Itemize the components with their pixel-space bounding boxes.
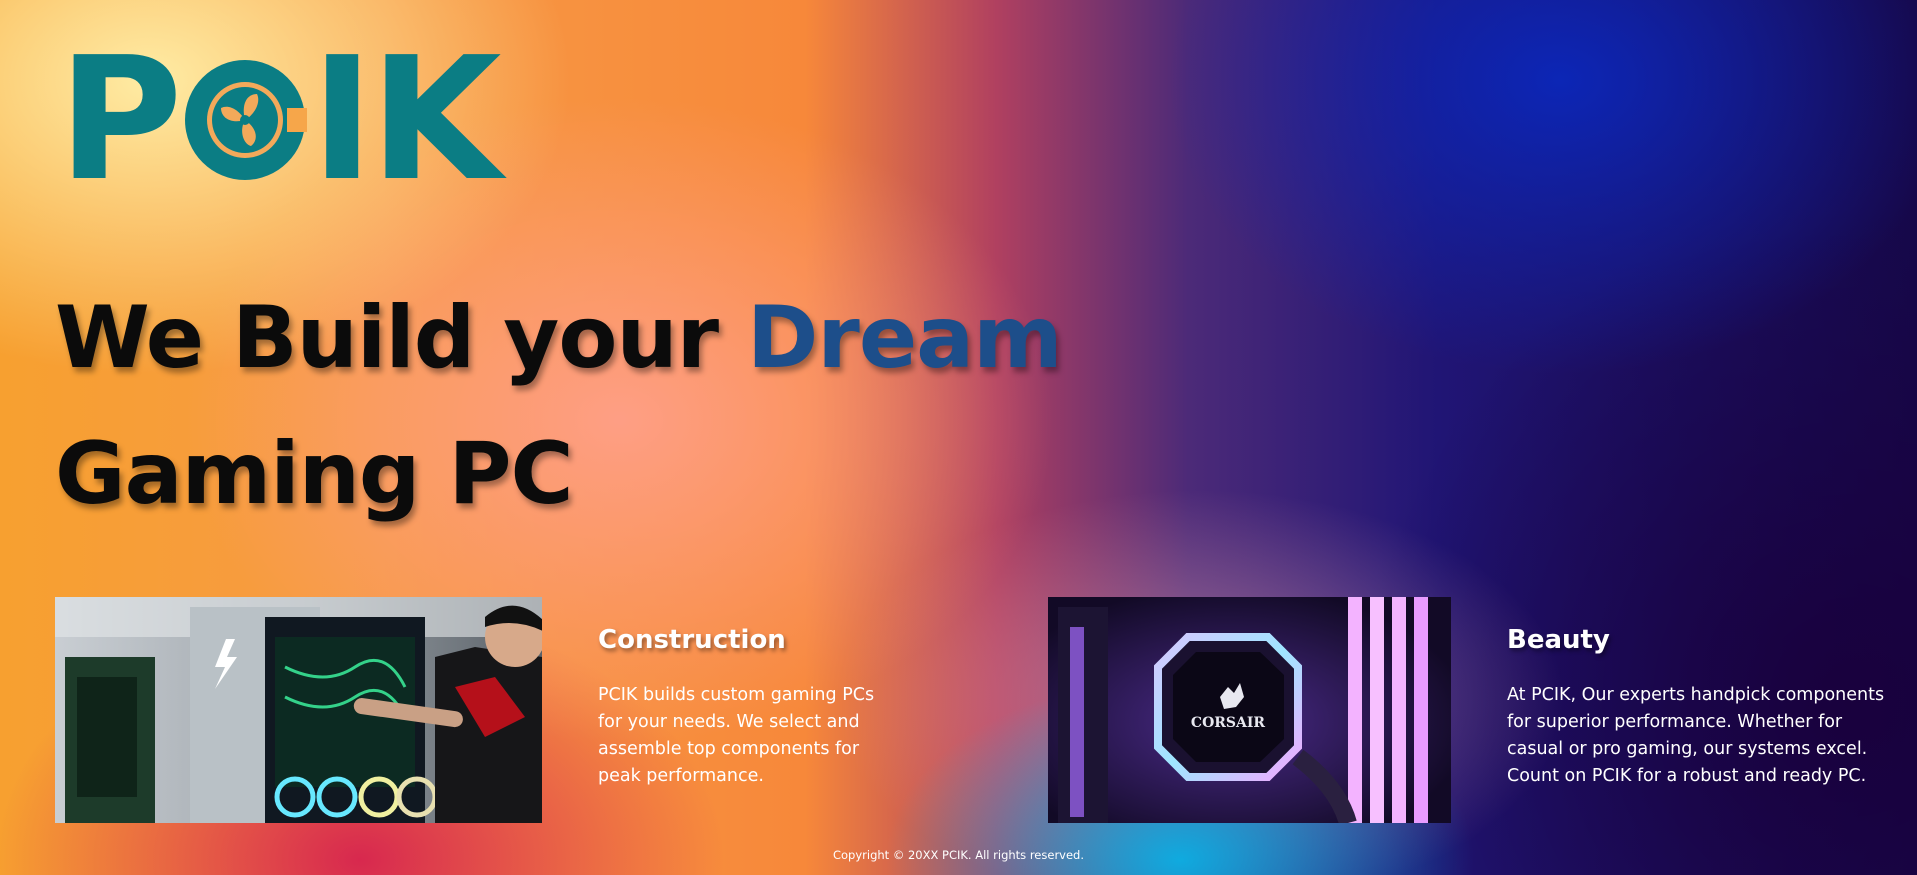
hero-heading: We Build your Dream Gaming PC [55,270,1063,542]
hero-heading-accent: Dream [747,288,1063,388]
corsair-label: CORSAIR [1191,715,1265,731]
construction-section: Construction PCIK builds custom gaming P… [598,620,888,790]
logo-letters-ik: IK [310,20,502,219]
brand-logo[interactable]: P IK [58,35,502,205]
technician-building-pc-photo [55,597,542,823]
beauty-section: Beauty At PCIK, Our experts handpick com… [1507,620,1887,790]
beauty-image: CORSAIR [1048,597,1451,823]
construction-image [55,597,542,823]
logo-letter-p: P [58,20,183,219]
hero-heading-line2: Gaming PC [55,424,574,524]
hero-heading-part1: We Build your [55,288,748,388]
construction-title: Construction [598,625,786,655]
beauty-description: At PCIK, Our experts handpick components… [1507,685,1885,786]
construction-description: PCIK builds custom gaming PCs for your n… [598,685,875,786]
rgb-liquid-cooler-photo: CORSAIR [1048,597,1451,823]
fan-icon [184,59,307,180]
footer-copyright: Copyright © 20XX PCIK. All rights reserv… [832,848,1085,862]
beauty-title: Beauty [1507,625,1610,655]
